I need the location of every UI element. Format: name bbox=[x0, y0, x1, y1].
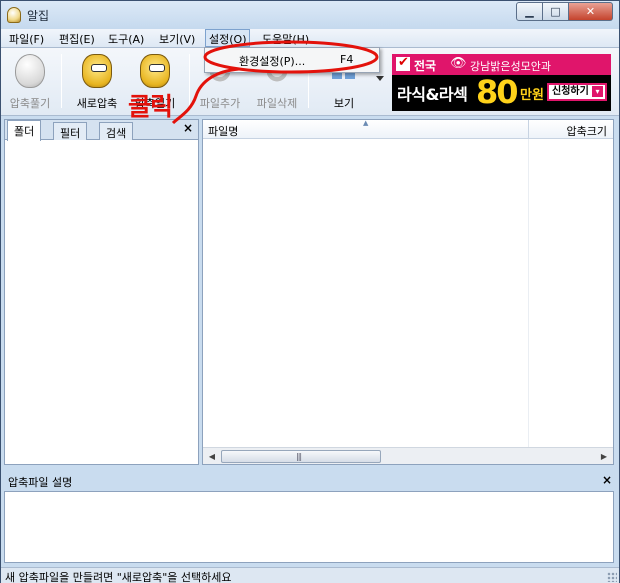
description-pane: 압축파일 설명 × bbox=[1, 471, 619, 567]
close-button[interactable]: ✕ bbox=[569, 2, 613, 21]
status-text: 새 압축파일을 만들려면 "새로압축"을 선택하세요 bbox=[5, 571, 232, 583]
tab-folder[interactable]: 폴더 bbox=[7, 120, 42, 141]
menu-bar: 파일(F) 편집(E) 도구(A) 보기(V) 설정(O) 도움말(H) bbox=[1, 29, 619, 48]
view-label: 보기 bbox=[333, 97, 355, 110]
settings-dropdown-menu: 환경설정(P)... F4 bbox=[204, 47, 380, 73]
view-dropdown-caret-icon[interactable] bbox=[376, 76, 384, 81]
egg-icon bbox=[15, 54, 45, 88]
column-gridline bbox=[528, 139, 529, 447]
window-title: 알집 bbox=[27, 9, 50, 23]
horizontal-scrollbar[interactable]: ◀ ||| ▶ bbox=[203, 447, 613, 464]
sort-ascending-icon: ▲ bbox=[363, 119, 369, 127]
extract-label: 압축풀기 bbox=[9, 97, 51, 110]
new-archive-label: 새로압축 bbox=[76, 97, 118, 110]
ad-price: 80 bbox=[476, 73, 519, 111]
delete-file-label: 파일삭제 bbox=[256, 97, 298, 110]
preferences-shortcut: F4 bbox=[340, 53, 354, 66]
ad-apply-label: 신청하기 bbox=[552, 86, 589, 97]
app-window: 알집 ▁ □ ✕ 파일(F) 편집(E) 도구(A) 보기(V) 설정(O) 도… bbox=[0, 0, 620, 583]
folder-pane-tabs: 폴더 필터 검색 × bbox=[5, 120, 198, 141]
add-file-label: 파일추가 bbox=[199, 97, 241, 110]
scroll-right-icon[interactable]: ▶ bbox=[597, 450, 611, 463]
window-controls: ▁ □ ✕ bbox=[516, 2, 613, 21]
file-list[interactable]: ▲ 파일명 압축크기 ◀ ||| ▶ bbox=[202, 119, 614, 465]
description-textbox[interactable] bbox=[4, 491, 614, 563]
menu-view[interactable]: 보기(V) bbox=[156, 31, 198, 47]
maximize-icon: □ bbox=[550, 5, 561, 18]
menu-item-preferences[interactable]: 환경설정(P)... F4 bbox=[207, 50, 377, 70]
folder-pane: 폴더 필터 검색 × bbox=[4, 119, 199, 465]
chevron-down-icon: ▾ bbox=[592, 86, 603, 97]
scrollbar-grip-icon: ||| bbox=[296, 452, 302, 461]
menu-tools[interactable]: 도구(A) bbox=[105, 31, 147, 47]
status-bar: 새 압축파일을 만들려면 "새로압축"을 선택하세요 bbox=[1, 567, 619, 583]
ad-clinic: 강남밝은성모안과 bbox=[470, 60, 551, 73]
minimize-button[interactable]: ▁ bbox=[516, 2, 543, 21]
toolbar-separator bbox=[189, 54, 190, 108]
annotation-click-text: 클릭 bbox=[128, 92, 173, 121]
column-divider[interactable] bbox=[528, 120, 529, 139]
ad-headline: 라식&라섹 bbox=[397, 85, 468, 104]
preferences-label: 환경설정(P)... bbox=[239, 55, 306, 68]
resize-grip-icon[interactable] bbox=[607, 572, 617, 582]
tab-search[interactable]: 검색 bbox=[99, 122, 134, 140]
bird-icon bbox=[82, 54, 112, 88]
maximize-button[interactable]: □ bbox=[543, 2, 569, 21]
new-archive-button[interactable]: 새로압축 bbox=[69, 48, 125, 114]
ad-banner[interactable]: 전국 👁 강남밝은성모안과 라식&라섹 80 만원 신청하기 ▾ bbox=[392, 54, 611, 111]
eye-icon: 👁 bbox=[450, 56, 467, 71]
ad-price-unit: 만원 bbox=[520, 88, 544, 103]
scrollbar-thumb[interactable]: ||| bbox=[221, 450, 381, 463]
close-icon: ✕ bbox=[585, 5, 596, 18]
alzip-egg-icon bbox=[7, 7, 21, 23]
checkmark-icon bbox=[396, 55, 410, 71]
column-compressed-size[interactable]: 압축크기 bbox=[567, 123, 607, 139]
column-filename[interactable]: 파일명 bbox=[208, 123, 238, 139]
extract-button[interactable]: 압축풀기 bbox=[5, 48, 55, 114]
menu-file[interactable]: 파일(F) bbox=[6, 31, 47, 47]
toolbar-separator bbox=[61, 54, 62, 108]
ad-region: 전국 bbox=[414, 59, 437, 73]
description-close-icon[interactable]: × bbox=[602, 473, 612, 487]
description-title: 압축파일 설명 bbox=[8, 476, 73, 489]
menu-help[interactable]: 도움말(H) bbox=[259, 31, 312, 47]
file-list-header: ▲ 파일명 압축크기 bbox=[203, 119, 613, 139]
tab-filter[interactable]: 필터 bbox=[53, 122, 88, 140]
folder-pane-close-icon[interactable]: × bbox=[183, 121, 193, 135]
ad-apply-button[interactable]: 신청하기 ▾ bbox=[547, 83, 607, 101]
menu-settings[interactable]: 설정(O) bbox=[205, 29, 251, 47]
bird-icon bbox=[140, 54, 170, 88]
title-bar[interactable]: 알집 ▁ □ ✕ bbox=[1, 1, 619, 29]
menu-edit[interactable]: 편집(E) bbox=[56, 31, 98, 47]
scroll-left-icon[interactable]: ◀ bbox=[205, 450, 219, 463]
minimize-icon: ▁ bbox=[525, 5, 534, 18]
